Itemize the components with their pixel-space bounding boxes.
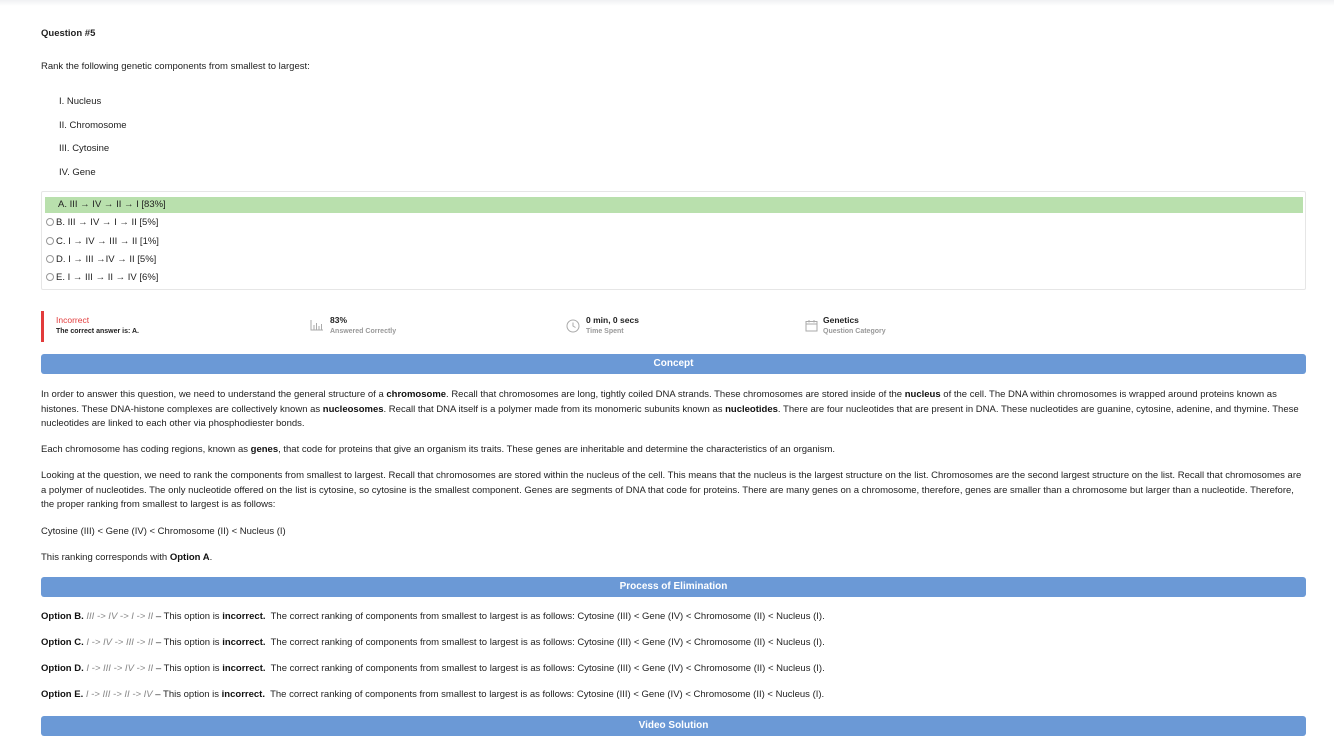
text-run: , that code for proteins that give an or… [278,444,836,455]
correct-answer-text: The correct answer is: A. [56,328,139,335]
top-shadow [0,0,1334,6]
bar-chart-icon [310,320,323,331]
text-run: – This option is [153,663,223,674]
status-text: Incorrect [56,315,90,325]
question-number: Question #5 [41,28,96,39]
bold-term: nucleosomes [322,403,384,415]
question-item: IV. Gene [59,166,96,178]
text-run: . Recall that chromosomes are long, tigh… [446,389,905,400]
concept-paragraph-3: Looking at the question, we need to rank… [41,470,1302,510]
question-items: I. Nucleus II. Chromosome III. Cytosine … [59,96,127,190]
answer-option-label: A. III → IV → II → I [83%] [58,199,166,210]
text-run: The correct ranking of components from s… [264,689,825,700]
video-solution-banner[interactable]: Video Solution [41,716,1306,736]
elimination-row: Option E. I -> III -> II -> IV – This op… [41,688,1306,703]
bold-term: genes [250,444,279,455]
question-prompt: Rank the following genetic components fr… [41,61,310,72]
answer-option-label: E. I → III → II → IV [6%] [56,271,159,283]
answer-options: A. III → IV → II → I [83%] B. III → IV →… [41,191,1306,290]
clock-icon [566,319,580,333]
option-label: Option E. [41,689,84,700]
category-stat: Genetics Question Category [823,315,886,335]
elimination-row: Option B. III -> IV -> I -> II – This op… [41,610,1306,625]
answer-option-label: D. I → III →IV → II [5%] [56,253,157,265]
answer-option-e[interactable]: E. I → III → II → IV [6%] [45,270,1303,286]
text-run: Each chromosome has coding regions, know… [41,444,251,455]
percent-correct-stat: 83% Answered Correctly [330,315,396,335]
answer-option-label: B. III → IV → I → II [5%] [56,217,159,228]
answer-option-label: C. I → IV → III → II [1%] [56,235,159,247]
radio-icon[interactable] [46,254,54,263]
text-run: – This option is [152,689,222,700]
verdict: incorrect. [222,611,266,622]
radio-icon[interactable] [46,218,54,226]
bold-term: Option A [169,552,210,563]
result-status: Incorrect The correct answer is: A. [56,315,139,335]
answer-option-a[interactable]: A. III → IV → II → I [83%] [45,197,1303,213]
text-run: This ranking corresponds with [41,552,170,563]
option-sequence: I -> III -> IV -> II [86,663,154,674]
concept-conclusion: This ranking corresponds with Option A. [41,551,1306,566]
concept-paragraph-2: Each chromosome has coding regions, know… [41,443,1306,458]
text-run: The correct ranking of components from s… [265,663,825,674]
answer-option-d[interactable]: D. I → III →IV → II [5%] [45,252,1303,268]
page: Question #5 Rank the following genetic c… [0,0,1334,736]
text-run: In order to answer this question, we nee… [41,389,387,400]
percent-label: Answered Correctly [330,328,397,335]
time-value: 0 min, 0 secs [586,315,639,325]
option-label: Option B. [41,611,84,622]
text-run: – This option is [153,611,223,622]
percent-value: 83% [330,315,348,325]
answer-option-b[interactable]: B. III → IV → I → II [5%] [45,215,1303,231]
text-run: The correct ranking of components from s… [265,611,825,622]
elimination-row: Option C. I -> IV -> III -> II – This op… [41,636,1306,651]
bold-term: nucleotides [725,403,778,415]
verdict: incorrect. [222,663,266,674]
text-run: . [209,552,213,563]
text-run: – This option is [153,637,223,648]
text-run: . Recall that DNA itself is a polymer ma… [383,403,726,415]
elimination-row: Option D. I -> III -> IV -> II – This op… [41,662,1306,677]
category-label: Question Category [823,328,886,335]
concept-paragraph-1: In order to answer this question, we nee… [41,388,1306,432]
bold-term: chromosome [386,389,447,400]
category-value: Genetics [823,315,859,325]
status-indicator [41,311,44,342]
question-item: I. Nucleus [59,96,102,107]
question-item: III. Cytosine [59,143,110,154]
radio-icon[interactable] [46,272,54,281]
option-label: Option D. [41,663,84,674]
concept-banner: Concept [41,354,1306,374]
ranking-statement: Cytosine (III) < Gene (IV) < Chromosome … [41,526,286,537]
option-sequence: I -> III -> II -> IV [85,689,153,700]
calendar-icon [805,320,818,332]
time-spent-stat: 0 min, 0 secs Time Spent [586,315,639,335]
verdict: incorrect. [221,689,265,700]
answer-option-c[interactable]: C. I → IV → III → II [1%] [45,234,1303,250]
option-sequence: I -> IV -> III -> II [86,637,154,648]
option-sequence: III -> IV -> I -> II [86,611,154,622]
text-run: The correct ranking of components from s… [265,637,825,648]
time-label: Time Spent [586,328,624,335]
result-bar: Incorrect The correct answer is: A. 83% … [41,311,1304,342]
bold-term: nucleus [904,389,941,400]
verdict: incorrect. [222,637,266,648]
question-item: II. Chromosome [59,119,127,131]
radio-icon[interactable] [46,236,54,245]
option-label: Option C. [41,637,84,648]
elimination-banner: Process of Elimination [41,577,1306,597]
